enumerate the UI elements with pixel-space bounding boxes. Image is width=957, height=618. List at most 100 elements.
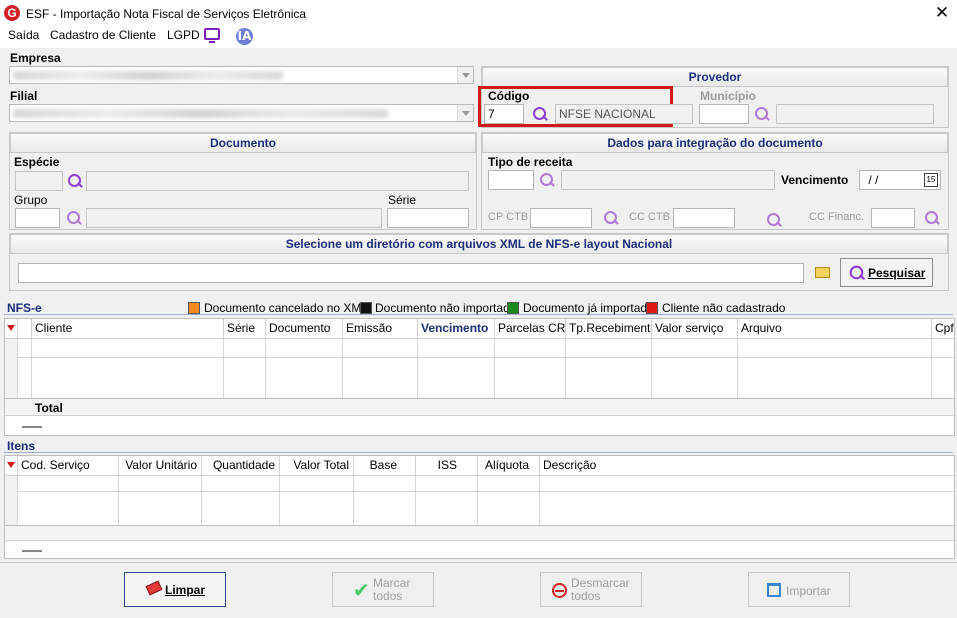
legend-cliente-nao-cadastrado: Cliente não cadastrado [662,301,786,315]
cc-financ-input[interactable] [871,208,915,228]
column-header-aliquota[interactable]: Alíquota [478,456,540,476]
cc-financ-label: CC Financ. [809,211,865,223]
tipo-receita-label: Tipo de receita [488,155,573,169]
title-bar: G ESF - Importação Nota Fiscal de Serviç… [0,0,957,28]
cp-ctb-input[interactable] [530,208,592,228]
cc-ctb-label: CC CTB [629,211,670,223]
especie-input[interactable] [15,171,63,191]
total-label: Total [35,401,63,415]
column-header-cliente[interactable]: Cliente [32,319,224,339]
row-indicator [5,476,17,526]
especie-name-field [86,171,469,191]
search-icon[interactable] [539,172,555,188]
legend-ja-importado: Documento já importado [523,301,654,315]
column-header-vencimento[interactable]: Vencimento [418,319,495,339]
importar-button[interactable]: Importar [748,572,850,607]
nfse-resize-handle[interactable] [22,426,42,428]
legend-swatch-cancelado [188,302,200,314]
empresa-combo[interactable] [9,66,474,84]
limpar-button[interactable]: Limpar [124,572,226,607]
vencimento-label: Vencimento [781,173,849,187]
itens-grid[interactable]: Cod. Serviço Valor Unitário Quantidade V… [4,455,955,559]
legend-nao-importado: Documento não importado [375,301,517,315]
directory-input[interactable] [18,263,804,283]
column-header-parcelas-crc[interactable]: Parcelas CRC [495,319,566,339]
municipio-input[interactable] [699,104,749,124]
legend-swatch-ja-importado [507,302,519,314]
grupo-label: Grupo [14,193,48,207]
column-header-check[interactable] [18,319,32,339]
sort-indicator[interactable] [5,456,18,476]
column-header-tp-recebimento[interactable]: Tp.Recebimento [566,319,652,339]
integracao-title: Dados para integração do documento [482,133,948,153]
search-icon[interactable] [603,210,619,226]
cp-ctb-label: CP CTB [488,211,529,223]
itens-total-row [5,525,954,541]
pesquisar-button[interactable]: Pesquisar [840,258,933,287]
menu-item-saida[interactable]: Saída [8,28,39,42]
vencimento-value: / / [865,173,879,187]
search-icon[interactable] [754,106,770,122]
sort-indicator[interactable] [5,319,18,339]
chevron-down-icon[interactable] [457,105,473,121]
serie-label: Série [388,193,417,207]
vencimento-input[interactable]: / / 15 [859,170,941,190]
search-icon[interactable] [66,210,82,226]
column-header-cod-servico[interactable]: Cod. Serviço [18,456,119,476]
calendar-icon[interactable]: 15 [924,173,938,187]
column-header-arquivo[interactable]: Arquivo [738,319,932,339]
cc-ctb-input[interactable] [673,208,735,228]
nfse-title: NFS-e [7,301,42,315]
column-header-emissao[interactable]: Emissão [343,319,418,339]
provedor-name: NFSE NACIONAL [559,107,656,121]
search-icon[interactable] [924,210,940,226]
municipio-label: Município [700,89,756,103]
column-header-descricao[interactable]: Descrição [540,456,954,476]
limpar-label: Limpar [165,583,206,597]
itens-resize-handle[interactable] [22,550,42,552]
column-header-quantidade[interactable]: Quantidade [202,456,280,476]
legend-cancelado: Documento cancelado no XML [204,301,369,315]
column-header-documento[interactable]: Documento [266,319,343,339]
search-icon[interactable] [532,106,548,122]
column-header-iss[interactable]: ISS [416,456,478,476]
column-header-valor-servico[interactable]: Valor serviço [652,319,738,339]
search-icon[interactable] [67,173,83,189]
marcar-todos-label: Marcar todos [373,576,411,603]
documento-title: Documento [10,133,476,153]
column-header-cpf[interactable]: Cpf. [932,319,954,339]
column-header-valor-total[interactable]: Valor Total [280,456,354,476]
menu-item-cadastro-cliente[interactable]: Cadastro de Cliente [50,28,156,42]
monitor-icon[interactable] [204,28,220,43]
tipo-receita-input[interactable] [488,170,534,190]
serie-input[interactable] [387,208,469,228]
provedor-title: Provedor [482,67,948,87]
municipio-name-field [776,104,934,124]
marcar-todos-button[interactable]: ✔ Marcar todos [332,572,434,607]
importar-label: Importar [786,584,831,598]
filial-combo[interactable] [9,104,474,122]
column-header-serie[interactable]: Série [224,319,266,339]
column-header-valor-unitario[interactable]: Valor Unitário [119,456,202,476]
desmarcar-todos-label: Desmarcar todos [571,576,630,603]
filial-label: Filial [10,89,38,103]
codigo-value: 7 [488,107,495,121]
grupo-input[interactable] [15,208,60,228]
row-indicator [5,339,17,399]
desmarcar-todos-button[interactable]: Desmarcar todos [540,572,642,607]
sort-arrow-icon [7,325,15,331]
app-logo: G [4,5,20,21]
menu-item-lgpd[interactable]: LGPD [167,28,200,42]
nfse-grid[interactable]: Cliente Série Documento Emissão Vencimen… [4,318,955,436]
folder-icon[interactable] [815,267,830,278]
codigo-input[interactable]: 7 [484,104,524,124]
tipo-receita-name-field [561,170,775,190]
chevron-down-icon[interactable] [457,67,473,83]
search-icon[interactable] [766,212,782,228]
check-icon: ✔ [353,580,370,602]
itens-title: Itens [7,439,36,453]
ia-icon[interactable]: IA [236,28,253,45]
column-header-base[interactable]: Base [354,456,416,476]
close-icon[interactable]: ✕ [932,3,952,23]
especie-label: Espécie [14,155,60,169]
